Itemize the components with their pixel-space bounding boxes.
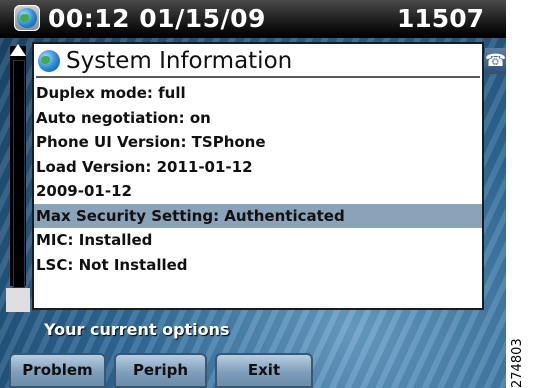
figure-id: 274803 [510,338,525,388]
scrollbar-thumb[interactable] [13,60,25,288]
list-item[interactable]: Auto negotiation: on [34,106,482,131]
options-label: Your current options [44,320,230,339]
list-item[interactable]: Load Version: 2011-01-12 [34,155,482,180]
periph-softkey[interactable]: Periph [114,353,207,388]
globe-icon [14,5,40,31]
status-clock: 00:12 01/15/09 [48,4,266,33]
globe-icon [38,50,60,72]
problem-softkey[interactable]: Problem [9,353,106,388]
exit-softkey[interactable]: Exit [215,353,313,388]
dialog-title: System Information [66,48,293,74]
status-extension: 11507 [397,4,484,33]
list-item[interactable]: Phone UI Version: TSPhone [34,130,482,155]
info-list: Duplex mode: full Auto negotiation: on P… [34,81,482,277]
phone-screen: 00:12 01/15/09 11507 ☎ System Informatio… [0,0,506,388]
list-item[interactable]: LSC: Not Installed [34,253,482,278]
system-information-dialog: System Information Duplex mode: full Aut… [32,42,484,310]
scrollbar-end [6,288,30,312]
scroll-up-arrow-icon[interactable] [10,44,26,56]
list-item[interactable]: 2009-01-12 [34,179,482,204]
list-item-selected[interactable]: Max Security Setting: Authenticated [34,203,482,228]
dialog-title-bar: System Information [36,46,480,78]
list-item[interactable]: MIC: Installed [34,228,482,253]
list-item[interactable]: Duplex mode: full [34,81,482,106]
status-bar: 00:12 01/15/09 11507 [0,0,506,38]
phone-line-icon[interactable]: ☎ [485,48,506,74]
